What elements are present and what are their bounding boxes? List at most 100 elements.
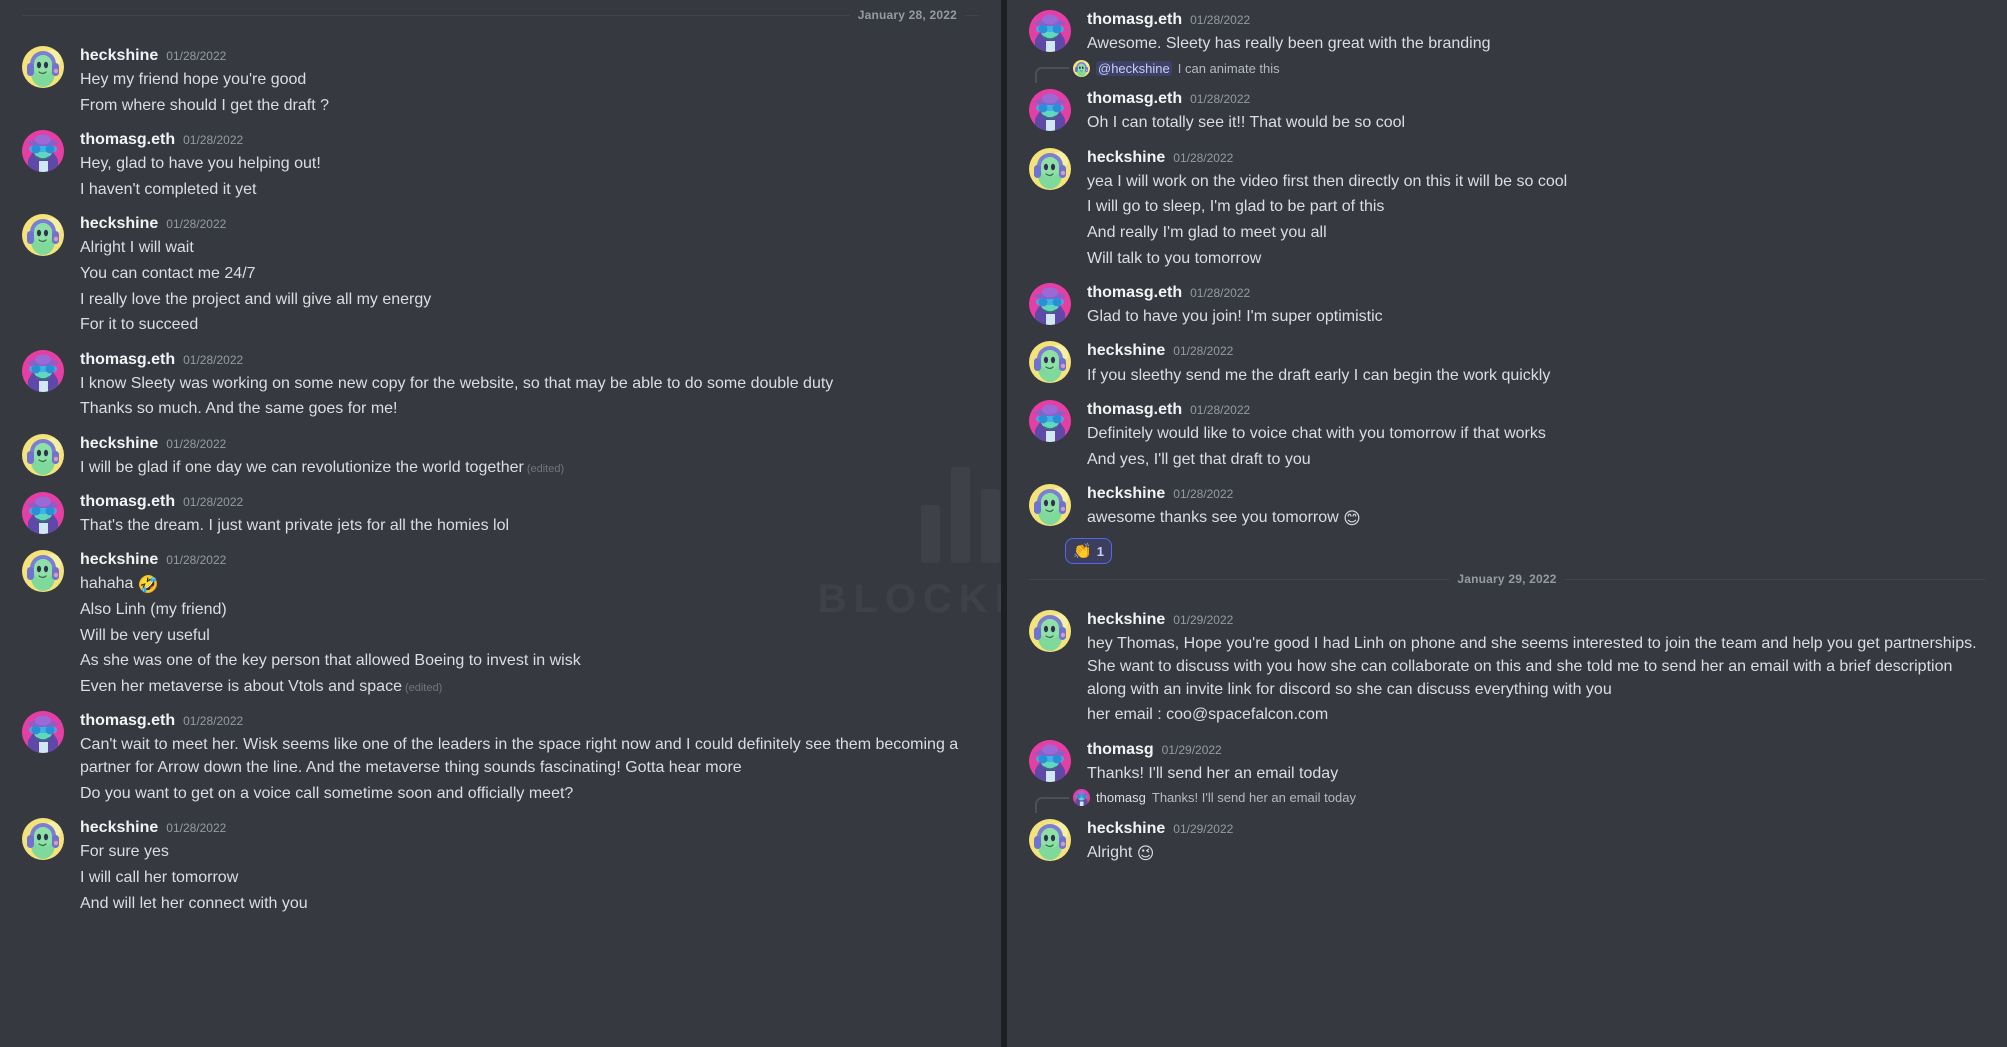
message-line: Hey, glad to have you helping out! [80,152,979,178]
avatar[interactable] [22,130,64,172]
message-line: Will be very useful [80,623,979,649]
message-body: heckshine01/28/2022awesome thanks see yo… [1087,483,1985,531]
avatar[interactable] [22,46,64,88]
message-author[interactable]: thomasg.eth [80,349,175,371]
message-header: thomasg.eth01/28/2022 [1087,399,1985,421]
message-group[interactable]: thomasg.eth01/28/2022Hey, glad to have y… [0,120,1001,204]
message-group[interactable]: thomasg.eth01/28/2022Can't wait to meet … [0,701,1001,808]
date-divider-label: January 28, 2022 [850,8,965,22]
message-author[interactable]: thomasg.eth [1087,399,1182,421]
message-group[interactable]: heckshine01/28/2022If you sleethy send m… [1007,331,2007,389]
avatar[interactable] [22,711,64,753]
message-line: Awesome. Sleety has really been great wi… [1087,32,1985,58]
message-group[interactable]: thomasg.eth01/28/2022That's the dream. I… [0,482,1001,540]
message-author[interactable]: heckshine [1087,818,1165,840]
message-line: As she was one of the key person that al… [80,649,979,675]
message-author[interactable]: heckshine [1087,340,1165,362]
message-group[interactable]: heckshine01/28/2022hahaha 🤣Also Linh (my… [0,540,1001,701]
avatar[interactable] [1029,400,1071,442]
avatar[interactable] [1029,10,1071,52]
avatar[interactable] [1029,89,1071,131]
message-author[interactable]: thomasg.eth [80,129,175,151]
message-body: heckshine01/28/2022hahaha 🤣Also Linh (my… [80,549,979,700]
message-author[interactable]: thomasg.eth [1087,9,1182,31]
message-body: heckshine01/28/2022For sure yesI will ca… [80,817,979,917]
message-group[interactable]: thomasg01/29/2022Thanks! I'll send her a… [1007,730,2007,788]
message-group[interactable]: heckshine01/28/2022yea I will work on th… [1007,138,2007,273]
message-header: thomasg.eth 01/28/2022 [1087,88,1985,110]
message-line: Hey my friend hope you're good [80,68,979,94]
message-author[interactable]: heckshine [1087,483,1165,505]
message-author[interactable]: thomasg.eth [1087,282,1182,304]
message-timestamp: 01/28/2022 [1173,150,1233,166]
date-divider-right: January 29, 2022 [1029,570,1985,588]
reply-reference[interactable]: thomasgThanks! I'll send her an email to… [1065,788,2007,808]
message-group[interactable]: thomasg.eth01/28/2022Oh I can totally se… [1007,79,2007,137]
message-group[interactable]: heckshine01/29/2022hey Thomas, Hope you'… [1007,600,2007,729]
reaction-bar: 👏1 [1065,538,2007,564]
reply-reference[interactable]: @heckshineI can animate this [1065,58,2007,78]
message-header: heckshine01/28/2022 [80,549,979,571]
message-author[interactable]: heckshine [80,433,158,455]
message-header: heckshine01/28/2022 [80,45,979,67]
message-timestamp: 01/28/2022 [1190,91,1250,107]
message-group[interactable]: heckshine01/28/2022I will be glad if one… [0,424,1001,482]
avatar[interactable] [1029,740,1071,782]
message-group[interactable]: heckshine01/28/2022Hey my friend hope yo… [0,36,1001,120]
message-author[interactable]: thomasg.eth [80,710,175,732]
message-group[interactable]: heckshine01/28/2022awesome thanks see yo… [1007,474,2007,532]
message-group[interactable]: thomasg.eth01/28/2022I know Sleety was w… [0,340,1001,424]
avatar[interactable] [22,434,64,476]
message-body: thomasg.eth01/28/2022Can't wait to meet … [80,710,979,807]
message-line: Alright I will wait [80,236,979,262]
message-line: Even her metaverse is about Vtols and sp… [80,675,979,701]
message-line: I really love the project and will give … [80,287,979,313]
message-author[interactable]: heckshine [1087,609,1165,631]
message-author[interactable]: thomasg.eth [80,491,175,513]
reply-avatar [1073,60,1090,77]
avatar[interactable] [22,214,64,256]
reaction-chip[interactable]: 👏1 [1065,538,1112,564]
avatar[interactable] [22,550,64,592]
avatar[interactable] [1029,819,1071,861]
message-body: thomasg.eth01/28/2022Oh I can totally se… [1087,88,1985,136]
message-author[interactable]: heckshine [1087,147,1165,169]
left-message-list[interactable]: January 28, 2022 heckshine01/28/2022Hey … [0,6,1001,918]
message-group[interactable]: thomasg.eth01/28/2022Glad to have you jo… [1007,273,2007,331]
message-author[interactable]: heckshine [80,549,158,571]
message-group[interactable]: heckshine01/28/2022For sure yesI will ca… [0,808,1001,918]
avatar[interactable] [1029,610,1071,652]
reply-author[interactable]: thomasg [1096,790,1146,805]
message-line: That's the dream. I just want private je… [80,513,979,539]
avatar[interactable] [1029,283,1071,325]
message-header: thomasg.eth01/28/2022 [80,349,979,371]
avatar[interactable] [22,350,64,392]
message-header: heckshine01/28/2022 [80,213,979,235]
message-author[interactable]: thomasg.eth [1087,88,1182,110]
message-author[interactable]: heckshine [80,213,158,235]
message-group[interactable]: heckshine01/28/2022Alright I will waitYo… [0,204,1001,339]
message-author[interactable]: heckshine [80,817,158,839]
message-header: thomasg.eth01/28/2022 [80,710,979,732]
avatar[interactable] [1029,341,1071,383]
message-line: You can contact me 24/7 [80,261,979,287]
avatar[interactable] [1029,148,1071,190]
message-line: And yes, I'll get that draft to you [1087,447,1985,473]
right-message-list[interactable]: thomasg.eth 01/28/2022 Awesome. Sleety has… [1007,0,2007,867]
message-line: Alright 😉 [1087,840,1985,866]
message-line: And will let her connect with you [80,891,979,917]
message-timestamp: 01/29/2022 [1162,742,1222,758]
message-line: I will go to sleep, I'm glad to be part … [1087,195,1985,221]
avatar[interactable] [22,818,64,860]
reaction-count: 1 [1097,544,1104,559]
avatar[interactable] [1029,484,1071,526]
message-group[interactable]: thomasg.eth 01/28/2022 Awesome. Sleety has… [1007,0,2007,58]
message-group[interactable]: thomasg.eth01/28/2022Definitely would li… [1007,390,2007,474]
message-author[interactable]: heckshine [80,45,158,67]
reply-author[interactable]: @heckshine [1096,61,1172,76]
message-timestamp: 01/28/2022 [1173,486,1233,502]
message-timestamp: 01/28/2022 [1190,12,1250,28]
message-group[interactable]: heckshine01/29/2022Alright 😉 [1007,809,2007,867]
message-author[interactable]: thomasg [1087,739,1154,761]
avatar[interactable] [22,492,64,534]
